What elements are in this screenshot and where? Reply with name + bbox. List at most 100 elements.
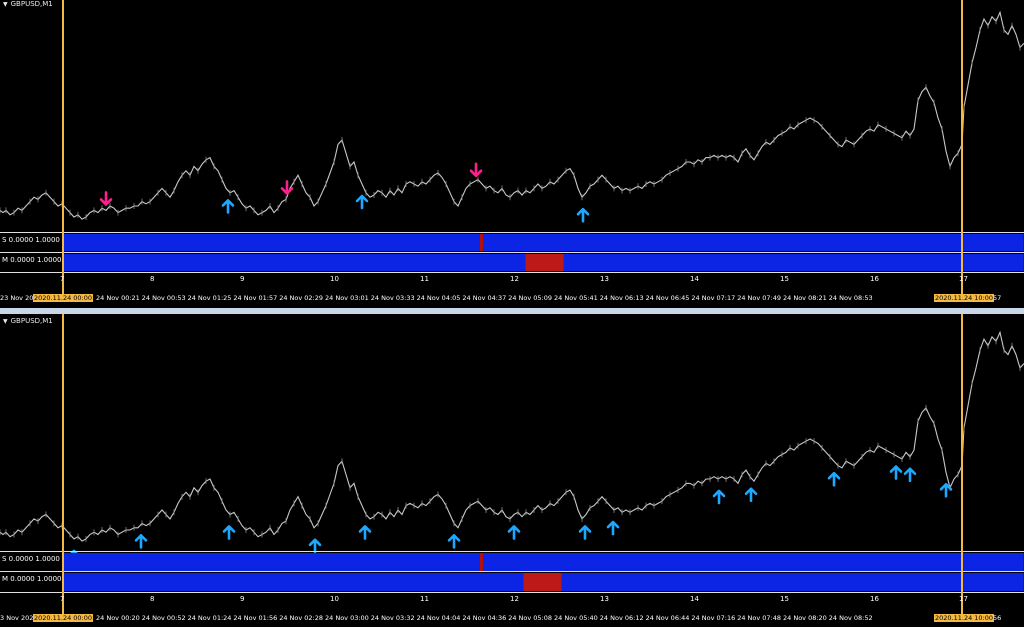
arrow-stroke bbox=[903, 467, 917, 483]
time-label: 24 Nov 04:04 bbox=[416, 614, 461, 622]
hour-label: 15 bbox=[780, 275, 789, 283]
time-label: 24 Nov 03:01 bbox=[325, 294, 369, 302]
arrow-stroke bbox=[712, 489, 726, 505]
arrow-stroke bbox=[134, 534, 148, 549]
s-signal-marker bbox=[480, 234, 483, 251]
time-label: 24 Nov 06:12 bbox=[599, 614, 644, 622]
time-label: 24 Nov 07:16 bbox=[691, 614, 736, 622]
arrow-stroke bbox=[939, 483, 953, 498]
arrow-stroke bbox=[308, 538, 322, 554]
arrow-stroke bbox=[744, 487, 758, 503]
time-label: 24 Nov 01:25 bbox=[187, 294, 232, 302]
time-label: 24 Nov 08:52 bbox=[828, 614, 873, 622]
indicator-m-label-bottom: M 0.0000 1.0000 bbox=[2, 575, 62, 583]
hour-label: 8 bbox=[150, 275, 155, 283]
time-label: 24 Nov 08:20 bbox=[783, 614, 827, 622]
arrow-stroke bbox=[889, 465, 903, 480]
buy-arrow-icon bbox=[222, 525, 236, 540]
hour-label: 16 bbox=[870, 595, 879, 603]
price-line bbox=[0, 330, 1024, 542]
hour-label: 7 bbox=[60, 275, 65, 283]
arrow-stroke bbox=[576, 207, 590, 223]
chart-window-bottom[interactable]: ▼ GBPUSD,M1 S 0.0000 1.0000 M 0.0000 1.00… bbox=[0, 314, 1024, 627]
buy-arrow-icon bbox=[447, 534, 461, 549]
arrow-stroke bbox=[99, 191, 113, 206]
buy-arrow-icon bbox=[889, 465, 903, 480]
time-label: 57 bbox=[993, 294, 1002, 302]
price-chart-top[interactable] bbox=[0, 0, 1024, 308]
time-label: 24 Nov 05:40 bbox=[554, 614, 598, 622]
buy-arrow-icon bbox=[827, 471, 841, 487]
time-label: 24 Nov 04:37 bbox=[462, 294, 507, 302]
arrow-stroke bbox=[222, 525, 236, 540]
time-label: 24 Nov 05:08 bbox=[508, 614, 553, 622]
buy-arrow-icon bbox=[744, 487, 758, 503]
time-label: 24 Nov 01:56 bbox=[233, 614, 278, 622]
time-label: 23 Nov 202 bbox=[0, 294, 38, 302]
time-cursor-start: 2020.11.24 00:00 bbox=[33, 294, 94, 302]
time-cursor-end: 2020.11.24 10:00 bbox=[934, 294, 995, 302]
time-label: 24 Nov 04:05 bbox=[416, 294, 461, 302]
arrow-stroke bbox=[578, 525, 592, 540]
buy-arrow-icon bbox=[507, 525, 521, 540]
hour-label: 11 bbox=[420, 595, 429, 603]
time-label: 24 Nov 00:21 bbox=[96, 294, 140, 302]
buy-arrow-icon bbox=[606, 520, 620, 536]
buy-arrow-icon bbox=[355, 194, 369, 210]
chart-window-top[interactable]: ▼ GBPUSD,M1 S 0.0000 1.0000 M 0.0000 1.00… bbox=[0, 0, 1024, 308]
time-label: 24 Nov 05:41 bbox=[554, 294, 598, 302]
hour-label: 15 bbox=[780, 595, 789, 603]
hour-label: 17 bbox=[959, 275, 968, 283]
sell-arrow-icon bbox=[99, 191, 113, 206]
hour-label: 9 bbox=[240, 275, 245, 283]
time-label: 24 Nov 08:21 bbox=[783, 294, 827, 302]
hour-label: 14 bbox=[690, 595, 699, 603]
hour-label: 7 bbox=[60, 595, 65, 603]
hour-label: 10 bbox=[330, 275, 339, 283]
time-label: 24 Nov 06:13 bbox=[599, 294, 644, 302]
time-label: 24 Nov 00:52 bbox=[141, 614, 186, 622]
time-label: 24 Nov 03:00 bbox=[325, 614, 369, 622]
arrow-stroke bbox=[358, 525, 372, 540]
time-label: 24 Nov 04:36 bbox=[462, 614, 507, 622]
sell-arrow-icon bbox=[469, 162, 483, 178]
indicator-s-label-top: S 0.0000 1.0000 bbox=[2, 236, 60, 244]
arrow-stroke bbox=[221, 199, 235, 214]
time-label: 24 Nov 06:44 bbox=[645, 614, 690, 622]
hour-label: 9 bbox=[240, 595, 245, 603]
arrow-stroke bbox=[447, 534, 461, 549]
buy-arrow-icon bbox=[939, 483, 953, 498]
buy-arrow-icon bbox=[221, 199, 235, 214]
time-label: 24 Nov 07:17 bbox=[691, 294, 736, 302]
time-label: 24 Nov 02:29 bbox=[279, 294, 324, 302]
time-label: 24 Nov 08:53 bbox=[828, 294, 873, 302]
time-label: 24 Nov 00:53 bbox=[141, 294, 186, 302]
time-cursor-start: 2020.11.24 00:00 bbox=[33, 614, 94, 622]
hour-label: 14 bbox=[690, 275, 699, 283]
hour-label: 12 bbox=[510, 275, 519, 283]
time-label: 24 Nov 07:48 bbox=[737, 614, 782, 622]
price-line bbox=[0, 10, 1024, 220]
time-label: 24 Nov 05:09 bbox=[508, 294, 553, 302]
hour-label: 16 bbox=[870, 275, 879, 283]
hour-label: 13 bbox=[600, 595, 609, 603]
price-chart-bottom[interactable] bbox=[0, 314, 1024, 627]
s-signal-marker bbox=[480, 553, 483, 571]
hour-label: 8 bbox=[150, 595, 155, 603]
buy-arrow-icon bbox=[358, 525, 372, 540]
arrow-stroke bbox=[469, 162, 483, 178]
indicator-m-label-top: M 0.0000 1.0000 bbox=[2, 256, 62, 264]
buy-arrow-icon bbox=[578, 525, 592, 540]
buy-arrow-icon bbox=[308, 538, 322, 554]
time-label: 24 Nov 02:28 bbox=[279, 614, 324, 622]
indicator-s-label-bottom: S 0.0000 1.0000 bbox=[2, 555, 60, 563]
arrow-stroke bbox=[606, 520, 620, 536]
buy-arrow-icon bbox=[712, 489, 726, 505]
time-label: 24 Nov 06:45 bbox=[645, 294, 690, 302]
arrow-stroke bbox=[355, 194, 369, 210]
time-label: 24 Nov 07:49 bbox=[737, 294, 782, 302]
hour-label: 11 bbox=[420, 275, 429, 283]
time-label: 24 Nov 03:33 bbox=[370, 294, 415, 302]
arrow-stroke bbox=[827, 471, 841, 487]
time-label: 24 Nov 01:57 bbox=[233, 294, 278, 302]
